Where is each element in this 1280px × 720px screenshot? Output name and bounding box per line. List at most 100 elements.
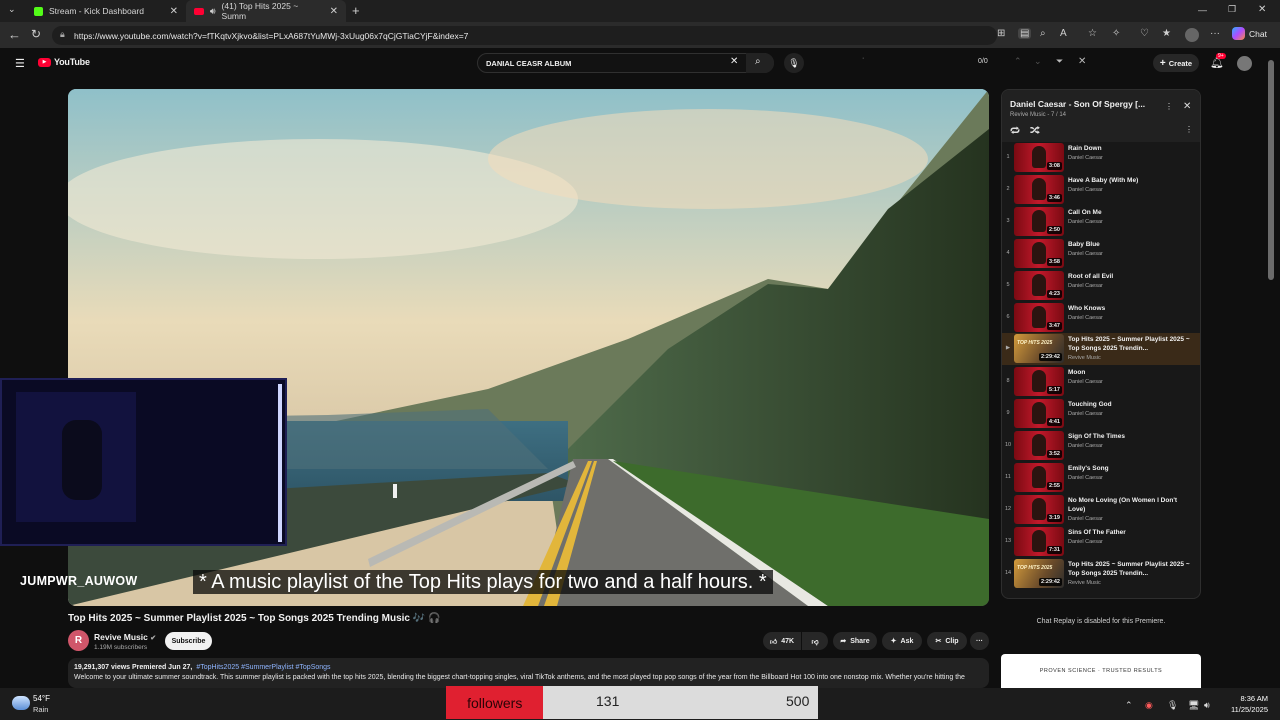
playlist-item-thumbnail[interactable]: 7:31: [1014, 527, 1064, 556]
playlist-item-thumbnail[interactable]: TOP HITS 2025 2:29:42: [1014, 559, 1064, 588]
like-button[interactable]: 👍︎ 47K: [763, 632, 801, 650]
zoom-icon[interactable]: ⌕: [1040, 28, 1046, 39]
read-aloud-icon[interactable]: A: [1060, 28, 1067, 39]
video-description[interactable]: 19,291,307 views Premiered Jun 27, #TopHi…: [68, 658, 989, 688]
more-menu-icon[interactable]: ···: [1210, 28, 1220, 39]
playlist-item[interactable]: 9 4:41 Touching God Daniel Caesar: [1002, 398, 1200, 430]
copilot-label: Chat: [1249, 28, 1267, 39]
playlist-item-thumbnail[interactable]: 2:50: [1014, 207, 1064, 236]
playlist-item[interactable]: 10 3:52 Sign Of The Times Daniel Caesar: [1002, 430, 1200, 462]
weather-temperature[interactable]: 54°F: [33, 694, 50, 703]
thumbs-up-icon: 👍︎: [769, 638, 778, 646]
copilot-chat-button[interactable]: Chat: [1232, 27, 1267, 40]
favorites-icon[interactable]: ★: [1162, 28, 1171, 39]
loop-icon[interactable]: 🔁︎: [1010, 123, 1020, 138]
find-previous-icon[interactable]: ⌃: [1014, 56, 1022, 67]
maximize-button[interactable]: ❐: [1228, 4, 1236, 15]
microphone-tray-icon[interactable]: 🎙︎: [1167, 700, 1178, 711]
profile-avatar[interactable]: [1185, 28, 1199, 42]
url-text: https://www.youtube.com/watch?v=fTKqtvXj…: [74, 30, 469, 41]
playlist-item[interactable]: 13 7:31 Sins Of The Father Daniel Caesar: [1002, 526, 1200, 558]
browser-tab-bar: ⌄ Stream - Kick Dashboard ✕ 🔊︎ (41) Top …: [0, 0, 1280, 22]
back-arrow-icon[interactable]: ←: [8, 27, 21, 42]
playlist-item-thumbnail[interactable]: TOP HITS 2025 2:29:42: [1014, 334, 1064, 363]
playlist-item-thumbnail[interactable]: 3:58: [1014, 239, 1064, 268]
dislike-button[interactable]: 👎︎: [802, 632, 828, 650]
lock-icon[interactable]: 🔒︎: [60, 29, 65, 40]
weather-rain-icon[interactable]: [12, 696, 30, 710]
playlist-item-thumbnail[interactable]: 5:17: [1014, 367, 1064, 396]
playlist-item[interactable]: 6 3:47 Who Knows Daniel Caesar: [1002, 302, 1200, 334]
share-button[interactable]: ➦ Share: [833, 632, 877, 650]
album-art-face: [1032, 210, 1046, 232]
minimize-button[interactable]: —: [1198, 5, 1207, 15]
playlist-options-icon[interactable]: ⋮: [1185, 125, 1193, 134]
performance-icon[interactable]: ♡: [1140, 28, 1149, 39]
find-input[interactable]: ·: [862, 55, 864, 62]
close-find-icon[interactable]: ✕: [1078, 56, 1086, 67]
shuffle-icon[interactable]: 🔀︎: [1030, 123, 1040, 138]
playlist-item-title: Who Knows: [1068, 305, 1106, 312]
show-hidden-icons-chevron[interactable]: ⌃: [1125, 700, 1133, 711]
subscribe-button[interactable]: Subscribe: [165, 632, 212, 650]
playlist-item[interactable]: 2 3:46 Have A Baby (With Me) Daniel Caesar: [1002, 174, 1200, 206]
channel-avatar[interactable]: R: [68, 630, 89, 651]
tab-label: (41) Top Hits 2025 ~ Summ: [221, 1, 299, 21]
address-bar[interactable]: 🔒︎ https://www.youtube.com/watch?v=fTKqt…: [52, 26, 997, 45]
network-icon[interactable]: 🖥︎: [1188, 700, 1199, 711]
playlist-item-thumbnail[interactable]: 3:47: [1014, 303, 1064, 332]
more-actions-button[interactable]: ···: [970, 632, 989, 650]
playlist-item-thumbnail[interactable]: 4:23: [1014, 271, 1064, 300]
playlist-item[interactable]: 4 3:58 Baby Blue Daniel Caesar: [1002, 238, 1200, 270]
playlist-item[interactable]: 5 4:23 Root of all Evil Daniel Caesar: [1002, 270, 1200, 302]
system-clock[interactable]: 8:36 AM 11/25/2025: [1218, 693, 1268, 715]
create-button[interactable]: + Create: [1153, 54, 1199, 72]
refresh-icon[interactable]: ↻: [31, 27, 41, 41]
page-scrollbar[interactable]: [1268, 60, 1274, 280]
clear-search-icon[interactable]: ✕: [730, 56, 738, 67]
sidebar-ad[interactable]: PROVEN SCIENCE · TRUSTED RESULTS: [1001, 654, 1201, 688]
playlist-item[interactable]: 12 3:19 No More Loving (On Women I Don't L…: [1002, 494, 1200, 526]
tab-actions-chevron-icon[interactable]: ⌄: [8, 4, 16, 15]
description-hashtags[interactable]: #TopHits2025 #SummerPlaylist #TopSongs: [196, 664, 330, 671]
ask-button[interactable]: ✦ Ask: [882, 632, 922, 650]
playlist-item-thumbnail[interactable]: 3:46: [1014, 175, 1064, 204]
playlist-item[interactable]: 3 2:50 Call On Me Daniel Caesar: [1002, 206, 1200, 238]
reader-view-icon[interactable]: ▤: [1018, 28, 1032, 39]
playlist-item-thumbnail[interactable]: 3:52: [1014, 431, 1064, 460]
clip-button[interactable]: ✂ Clip: [927, 632, 967, 650]
playlist-item-thumbnail[interactable]: 4:41: [1014, 399, 1064, 428]
playlist-meta: Revive Music - 7 / 14: [1010, 112, 1067, 118]
playlist-title[interactable]: Daniel Caesar - Son Of Spergy [...: [1010, 99, 1145, 109]
new-tab-button[interactable]: +: [352, 3, 360, 18]
channel-name[interactable]: Revive Music ✔: [94, 632, 156, 642]
close-window-button[interactable]: ✕: [1258, 4, 1266, 15]
app-available-icon[interactable]: ⊞: [997, 28, 1005, 39]
playlist-menu-icon[interactable]: ⋮: [1165, 102, 1173, 111]
close-tab-icon[interactable]: ✕: [330, 6, 338, 17]
tray-app-icon[interactable]: ◉: [1145, 700, 1153, 711]
volume-icon[interactable]: 🔊︎: [1204, 700, 1210, 711]
playlist-item-thumbnail[interactable]: 3:19: [1014, 495, 1064, 524]
filter-icon[interactable]: ⏷: [1056, 56, 1063, 67]
playlist-item-thumbnail[interactable]: 2:55: [1014, 463, 1064, 492]
tab-youtube[interactable]: 🔊︎ (41) Top Hits 2025 ~ Summ ✕: [186, 0, 346, 22]
playlist-item[interactable]: ▶ TOP HITS 2025 2:29:42 Top Hits 2025 ~ Sum…: [1002, 333, 1200, 365]
hamburger-menu-icon[interactable]: ☰: [15, 57, 25, 70]
playlist-item[interactable]: 1 3:08 Rain Down Daniel Caesar: [1002, 142, 1200, 174]
playlist-item[interactable]: 11 2:55 Emily's Song Daniel Caesar: [1002, 462, 1200, 494]
extensions-icon[interactable]: ✧: [1112, 28, 1120, 39]
favorite-star-icon[interactable]: ☆: [1088, 28, 1097, 39]
youtube-logo[interactable]: ▶ YouTube: [38, 57, 90, 67]
find-next-icon[interactable]: ⌄: [1034, 56, 1042, 67]
close-playlist-icon[interactable]: ✕: [1183, 101, 1191, 112]
tab-kick-dashboard[interactable]: Stream - Kick Dashboard ✕: [26, 0, 186, 22]
playlist-item[interactable]: 8 5:17 Moon Daniel Caesar: [1002, 366, 1200, 398]
speaker-icon[interactable]: 🔊︎: [210, 6, 216, 17]
playlist-item[interactable]: 14 TOP HITS 2025 2:29:42 Top Hits 2025 ~ Su…: [1002, 558, 1200, 590]
playlist-item-title: Touching God: [1068, 401, 1112, 408]
account-avatar[interactable]: [1237, 56, 1252, 71]
playlist-item-thumbnail[interactable]: 3:08: [1014, 143, 1064, 172]
voice-search-button[interactable]: 🎙︎: [784, 53, 804, 73]
close-tab-icon[interactable]: ✕: [170, 6, 178, 17]
